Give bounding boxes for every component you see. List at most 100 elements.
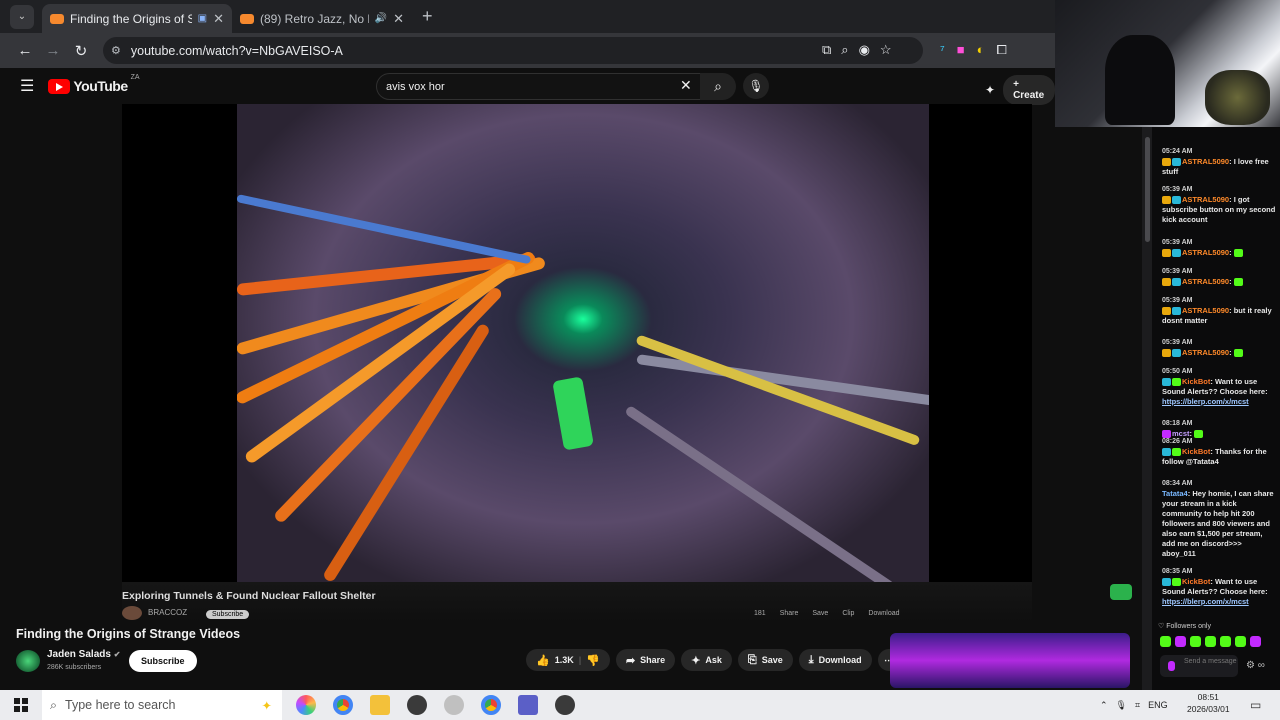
tab-close-icon[interactable]: ✕ <box>213 11 224 27</box>
teams-icon[interactable] <box>518 695 538 715</box>
chat-scrollbar[interactable] <box>1142 127 1152 690</box>
tab-audio-icon[interactable]: 🔊 <box>375 13 387 24</box>
chat-link[interactable]: https://blerp.com/x/mcst <box>1162 397 1249 406</box>
emote-icon <box>1233 249 1243 258</box>
windows-start-icon[interactable] <box>14 698 28 712</box>
chat-message: 05:39 AM ASTRAL5090: <box>1162 267 1277 287</box>
tab-inactive[interactable]: (89) Retro Jazz, No Rush To 🔊 ✕ <box>232 4 412 33</box>
notification-icon[interactable]: ▭ <box>1250 698 1261 712</box>
masthead-right: ✦ + Create <box>985 75 1055 105</box>
chat-voice-icon[interactable] <box>1168 661 1175 671</box>
chat-message: 05:39 AM ASTRAL5090: <box>1162 338 1277 358</box>
overlay-actions: 181 Share Save Clip Download <box>754 610 900 617</box>
tray-mic-icon[interactable]: 🎙 <box>1116 700 1127 711</box>
channel-name[interactable]: Jaden Salads ✔ <box>47 649 120 660</box>
chrome-icon[interactable] <box>481 695 501 715</box>
emote-icon[interactable] <box>1205 636 1216 647</box>
chat-scroll-thumb[interactable] <box>1145 137 1150 242</box>
overlay-download[interactable]: Download <box>868 610 899 617</box>
search-clear-icon[interactable]: ✕ <box>680 77 692 94</box>
obs-icon[interactable] <box>407 695 427 715</box>
extension-icon[interactable]: ⁷ <box>940 42 945 58</box>
emote-icon[interactable] <box>1220 636 1231 647</box>
extension-icon[interactable]: ◐ <box>977 42 985 58</box>
install-app-icon[interactable]: ⧉ <box>822 42 831 58</box>
chat-message: 08:18 AM mcst: <box>1162 419 1277 439</box>
emote-icon[interactable] <box>1235 636 1246 647</box>
ai-sparkle-icon[interactable]: ✦ <box>985 83 995 97</box>
video-player[interactable] <box>122 104 1032 582</box>
chat-message: 05:24 AM ASTRAL5090: I love free stuff <box>1162 148 1269 176</box>
taskbar-search[interactable]: ⌕ Type here to search ✦ <box>42 690 282 720</box>
back-icon[interactable]: ← <box>11 42 39 59</box>
voice-search-button[interactable]: 🎙 <box>743 73 769 99</box>
omnibox-actions: ⧉ ⌕ ◉ ☆ <box>822 42 892 58</box>
tab-close-icon[interactable]: ✕ <box>393 11 404 27</box>
tray-language[interactable]: ENG <box>1148 700 1168 710</box>
overlay-save[interactable]: Save <box>812 610 828 617</box>
tab-search-dropdown[interactable]: ⌄ <box>10 4 34 29</box>
tray-chevron-icon[interactable]: ⌃ <box>1100 700 1108 711</box>
zoom-icon[interactable]: ⌕ <box>841 42 848 58</box>
verified-icon: ✔ <box>113 650 121 659</box>
app-icon[interactable] <box>444 695 464 715</box>
video-frame[interactable] <box>237 104 929 582</box>
create-button[interactable]: + Create <box>1003 75 1055 105</box>
chat-message: 05:39 AM ASTRAL5090: I got subscribe but… <box>1162 186 1276 224</box>
extension-icon[interactable]: ■ <box>957 42 965 58</box>
thumbs-down-icon[interactable]: 👎 <box>586 654 600 667</box>
overlay-clip[interactable]: Clip <box>842 610 854 617</box>
youtube-logo[interactable]: YouTube ZA <box>48 74 140 94</box>
extensions-puzzle-icon[interactable]: ⧠ <box>996 42 1006 58</box>
tray-network-icon[interactable]: ⌗ <box>1135 700 1140 711</box>
emote-icon[interactable] <box>1190 636 1201 647</box>
webcam-face <box>1205 70 1270 125</box>
reload-icon[interactable]: ↻ <box>67 42 95 60</box>
overlay-like-count[interactable]: 181 <box>754 610 766 617</box>
tracking-eye-icon[interactable]: ◉ <box>859 42 870 58</box>
chat-message: 08:35 AM KickBot: Want to use Sound Aler… <box>1162 568 1268 606</box>
share-button[interactable]: ➦ Share <box>615 649 676 671</box>
new-tab-button[interactable]: + <box>422 6 433 27</box>
overlay-subscribe-button[interactable]: Subscribe <box>206 610 250 619</box>
up-next-thumbnail[interactable] <box>890 633 1130 688</box>
ask-button[interactable]: ✦ Ask <box>681 649 732 671</box>
subscribe-button[interactable]: Subscribe <box>129 650 197 672</box>
emote-icon[interactable] <box>1250 636 1261 647</box>
save-button[interactable]: ⎘ Save <box>737 649 793 671</box>
search-input[interactable]: avis vox hor <box>376 73 704 100</box>
webcam-overlay <box>1055 0 1280 127</box>
overlay-share[interactable]: Share <box>780 610 799 617</box>
file-explorer-icon[interactable] <box>370 695 390 715</box>
chat-settings-icon[interactable]: ⚙ ∞ <box>1246 660 1265 671</box>
system-tray: ⌃ 🎙 ⌗ ENG <box>1100 690 1168 720</box>
chat-message: 05:39 AM ASTRAL5090: but it realy dosnt … <box>1162 297 1272 325</box>
search-button[interactable]: ⌕ <box>700 73 736 100</box>
tab-active[interactable]: Finding the Origins of Strange Videos ▣ … <box>42 4 232 33</box>
emote-icon[interactable] <box>1160 636 1171 647</box>
channel-avatar[interactable] <box>16 650 40 672</box>
emote-icon[interactable] <box>1175 636 1186 647</box>
like-button[interactable]: 👍 1.3K | 👎 <box>526 649 610 671</box>
chrome-icon[interactable] <box>333 695 353 715</box>
address-bar[interactable]: ⚙ youtube.com/watch?v=NbGAVEISO-A <box>103 37 923 64</box>
overlay-channel-name[interactable]: BRACCOZ <box>148 608 187 617</box>
chat-message: 08:26 AM KickBot: Thanks for the follow … <box>1162 438 1267 466</box>
overlay-channel-avatar[interactable] <box>122 606 142 620</box>
bookmark-star-icon[interactable]: ☆ <box>880 42 892 58</box>
download-button[interactable]: ⤓ Download <box>798 649 872 671</box>
app-icon[interactable] <box>555 695 575 715</box>
site-info-icon[interactable]: ⚙ <box>111 44 121 57</box>
extensions-bar: ⁷ ■ ◐ ⧠ <box>940 42 1007 58</box>
menu-hamburger-icon[interactable]: ☰ <box>20 76 34 96</box>
country-code: ZA <box>130 74 140 81</box>
video-actions: 👍 1.3K | 👎 ➦ Share ✦ Ask ⎘ Save ⤓ Download ⋯ <box>526 649 900 671</box>
video-info-overlay: Exploring Tunnels & Found Nuclear Fallou… <box>122 582 1032 622</box>
video-overlay-title[interactable]: Exploring Tunnels & Found Nuclear Fallou… <box>122 590 376 602</box>
copilot-icon[interactable] <box>296 695 316 715</box>
microphone-icon: 🎙 <box>748 79 764 93</box>
taskbar-clock[interactable]: 08:51 2026/03/01 <box>1187 691 1230 715</box>
forward-icon[interactable]: → <box>39 42 67 59</box>
tab-title: Finding the Origins of Strange Videos <box>70 11 192 26</box>
chat-link[interactable]: https://blerp.com/x/mcst <box>1162 597 1249 606</box>
